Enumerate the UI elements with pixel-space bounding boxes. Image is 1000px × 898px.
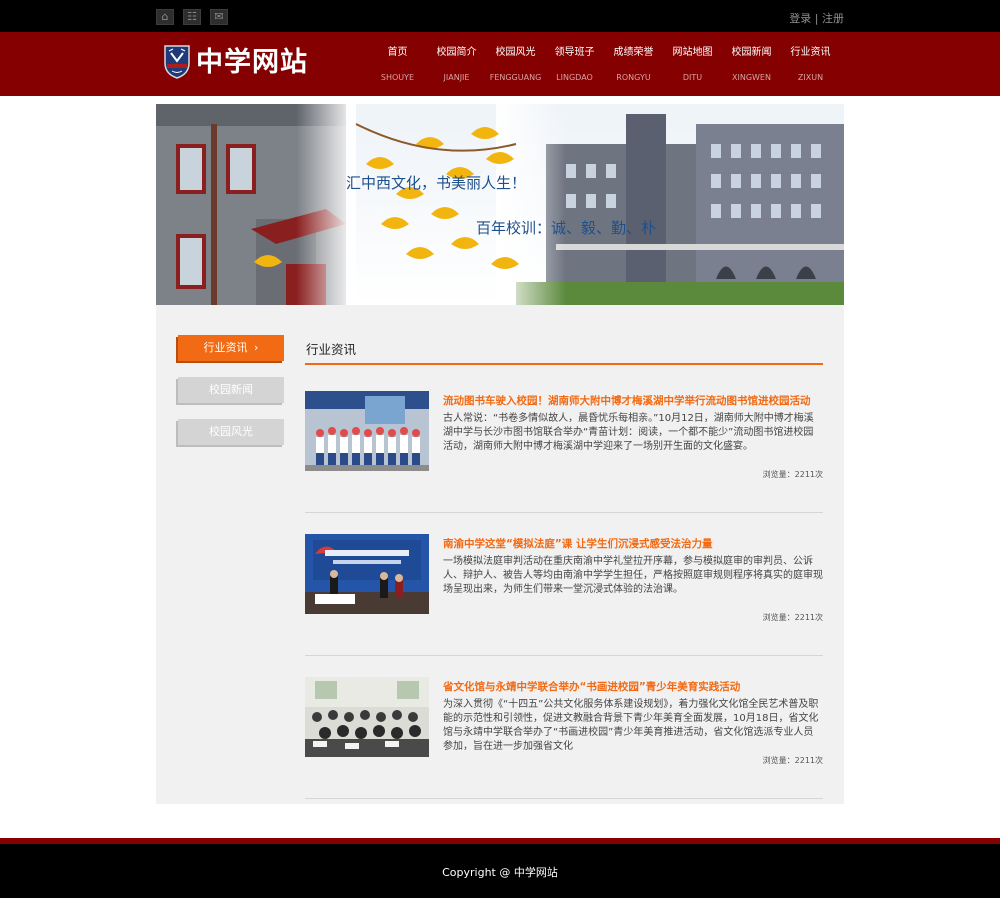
mail-icon[interactable]: ✉ bbox=[210, 9, 228, 25]
nav-item-zixun[interactable]: 行业资讯 ZIXUN bbox=[781, 46, 840, 84]
nav-item-shouye[interactable]: 首页 SHOUYE bbox=[368, 46, 427, 84]
list-item[interactable]: 南渝中学这堂“模拟法庭”课 让学生们沉浸式感受法治力量 一场模拟法庭审判活动在重… bbox=[305, 534, 823, 656]
site-logo-text[interactable]: 中学网站 bbox=[196, 46, 308, 80]
nav-label: 网站地图 bbox=[672, 47, 713, 58]
banner-slogan-2: 百年校训：诚、毅、勤、朴 bbox=[476, 219, 657, 237]
nav-label: 首页 bbox=[387, 47, 408, 58]
article-thumbnail[interactable] bbox=[305, 391, 429, 471]
sidebar-item-label: 行业资讯 bbox=[203, 341, 248, 354]
banner-slogan-1: 汇中西文化，书美丽人生！ bbox=[346, 174, 527, 192]
copyright-text: Copyright @ 中学网站 bbox=[442, 866, 558, 879]
nav-label: 行业资讯 bbox=[790, 47, 831, 58]
login-link[interactable]: 登录 bbox=[789, 12, 811, 25]
sidebar-item-zixun[interactable]: 行业资讯 › bbox=[178, 335, 284, 361]
main-nav: 首页 SHOUYE 校园简介 JIANJIE 校园风光 FENGGUANG 领导班子 L… bbox=[368, 46, 840, 84]
nav-pinyin: RONGYU bbox=[616, 73, 651, 82]
nav-item-xingwen[interactable]: 校园新闻 XINGWEN bbox=[722, 46, 781, 84]
nav-pinyin: JIANJIE bbox=[443, 73, 470, 82]
article-views: 浏览量：2211次 bbox=[762, 613, 823, 622]
auth-links: 登录 | 注册 bbox=[789, 10, 844, 26]
auth-separator: | bbox=[811, 12, 822, 25]
sidebar-item-label: 校园新闻 bbox=[209, 383, 253, 396]
nav-label: 校园风光 bbox=[495, 47, 536, 58]
nav-label: 校园简介 bbox=[436, 47, 477, 58]
nav-item-ditu[interactable]: 网站地图 DITU bbox=[663, 46, 722, 84]
home-icon[interactable]: ⌂ bbox=[156, 9, 174, 25]
section-heading: 行业资讯 bbox=[305, 335, 823, 365]
article-summary: 为深入贯彻《“十四五”公共文化服务体系建设规划》，着力强化文化馆全民艺术普及职能… bbox=[443, 699, 819, 752]
main-content: 行业资讯 › 校园新闻 校园风光 行业资讯 流动图书车驶入校园！湖南师大附中博才… bbox=[156, 305, 844, 804]
banner-image bbox=[156, 104, 844, 305]
list-item[interactable]: 流动图书车驶入校园！湖南师大附中博才梅溪湖中学举行流动图书馆进校园活动 古人常说… bbox=[305, 391, 823, 513]
site-header: 中学网站 首页 SHOUYE 校园简介 JIANJIE 校园风光 FENGGUANG … bbox=[0, 32, 1000, 96]
nav-item-lingdao[interactable]: 领导班子 LINGDAO bbox=[545, 46, 604, 84]
nav-label: 校园新闻 bbox=[731, 47, 772, 58]
article-thumbnail[interactable] bbox=[305, 534, 429, 614]
nav-pinyin: XINGWEN bbox=[732, 73, 771, 82]
article-title[interactable]: 流动图书车驶入校园！湖南师大附中博才梅溪湖中学举行流动图书馆进校园活动 bbox=[443, 393, 823, 408]
list-item[interactable]: 省文化馆与永靖中学联合举办“书画进校园”青少年美育实践活动 为深入贯彻《“十四五… bbox=[305, 677, 823, 799]
article-list: 行业资讯 流动图书车驶入校园！湖南师大附中博才梅溪湖中学举行流动图书馆进校园活动… bbox=[305, 335, 823, 799]
sitemap-icon[interactable]: ☷ bbox=[183, 9, 201, 25]
nav-pinyin: DITU bbox=[682, 73, 703, 82]
nav-pinyin: FENGGUANG bbox=[489, 73, 542, 82]
nav-pinyin: LINGDAO bbox=[556, 73, 593, 82]
top-bar: ⌂ ☷ ✉ 登录 | 注册 bbox=[0, 0, 1000, 32]
quick-icons: ⌂ ☷ ✉ bbox=[156, 9, 228, 25]
nav-label: 领导班子 bbox=[554, 47, 595, 58]
hero-banner: 汇中西文化，书美丽人生！ 百年校训：诚、毅、勤、朴 bbox=[156, 104, 844, 305]
nav-item-rongyu[interactable]: 成绩荣誉 RONGYU bbox=[604, 46, 663, 84]
article-thumbnail[interactable] bbox=[305, 677, 429, 757]
chevron-right-icon: › bbox=[254, 341, 259, 354]
school-emblem-icon bbox=[164, 45, 190, 79]
article-summary: 一场模拟法庭审判活动在重庆南渝中学礼堂拉开序幕，参与模拟庭审的审判员、公诉人、辩… bbox=[443, 556, 823, 595]
article-views: 浏览量：2211次 bbox=[762, 756, 823, 765]
article-title[interactable]: 南渝中学这堂“模拟法庭”课 让学生们沉浸式感受法治力量 bbox=[443, 536, 823, 551]
site-footer: Copyright @ 中学网站 bbox=[0, 844, 1000, 898]
sidebar-item-fengguang[interactable]: 校园风光 bbox=[178, 419, 284, 445]
article-title[interactable]: 省文化馆与永靖中学联合举办“书画进校园”青少年美育实践活动 bbox=[443, 679, 823, 694]
nav-label: 成绩荣誉 bbox=[613, 47, 654, 58]
sidebar-item-xinwen[interactable]: 校园新闻 bbox=[178, 377, 284, 403]
sidebar-item-label: 校园风光 bbox=[209, 425, 253, 438]
article-views: 浏览量：2211次 bbox=[762, 470, 823, 479]
nav-item-jianjie[interactable]: 校园简介 JIANJIE bbox=[427, 46, 486, 84]
register-link[interactable]: 注册 bbox=[822, 12, 844, 25]
nav-item-fengguang[interactable]: 校园风光 FENGGUANG bbox=[486, 46, 545, 84]
sidebar: 行业资讯 › 校园新闻 校园风光 bbox=[178, 335, 284, 461]
nav-pinyin: ZIXUN bbox=[797, 73, 824, 82]
article-summary: 古人常说：“书卷多情似故人，晨昏忧乐每相亲。”10月12日，湖南师大附中博才梅溪… bbox=[443, 413, 814, 452]
nav-pinyin: SHOUYE bbox=[380, 73, 415, 82]
